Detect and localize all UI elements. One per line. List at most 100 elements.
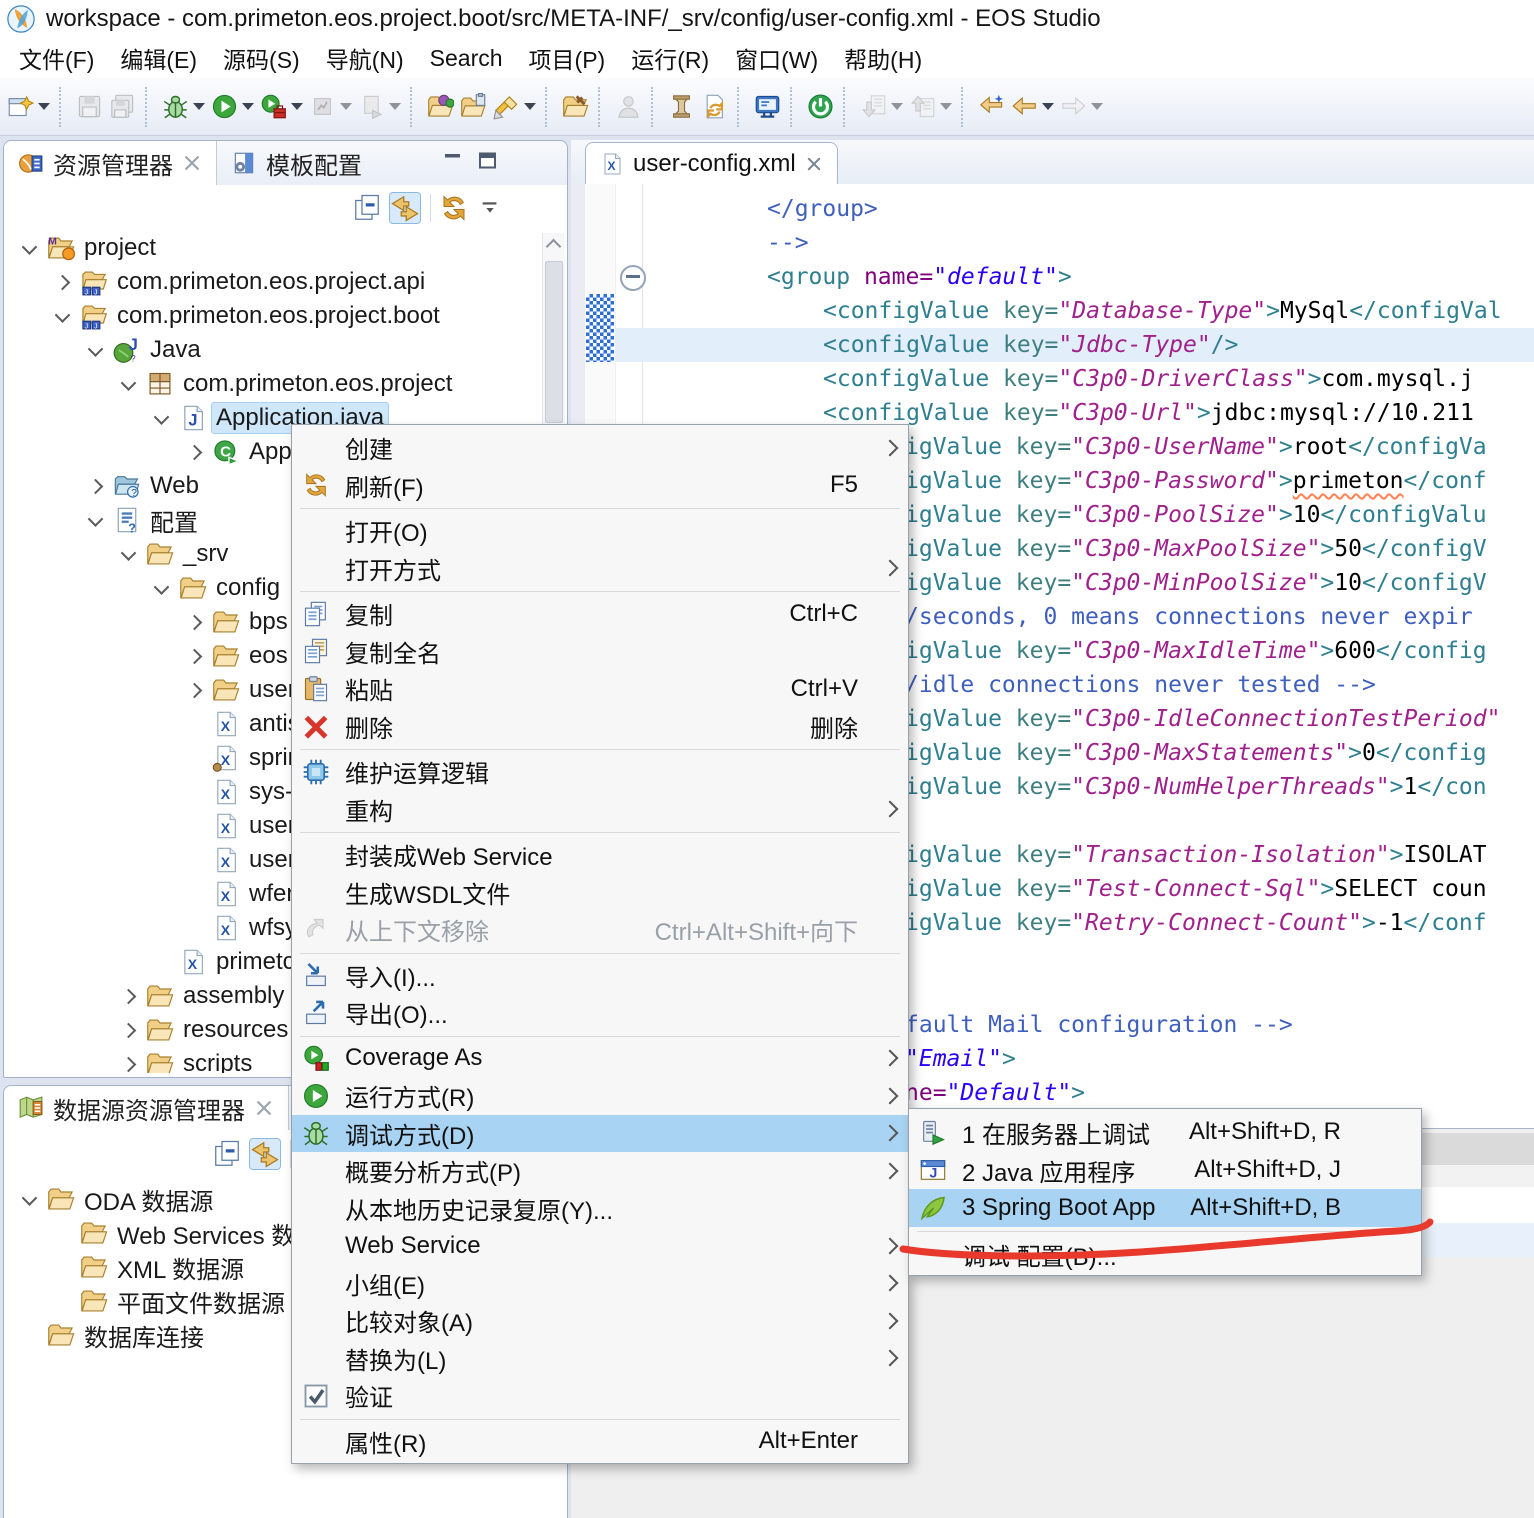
menu-help[interactable]: 帮助(H) — [831, 38, 935, 78]
debug-on-server-menu-item[interactable]: 1 在服务器上调试Alt+Shift+D, R — [909, 1113, 1421, 1151]
chevron-right-icon[interactable] — [185, 647, 203, 665]
copy-qualified-name-menu-item[interactable]: 复制全名 — [292, 633, 908, 671]
user-button[interactable] — [612, 85, 645, 129]
menu-run[interactable]: 运行(R) — [618, 38, 722, 78]
close-icon[interactable] — [182, 153, 202, 173]
open-menu-item[interactable]: 打开(O) — [292, 512, 908, 550]
scroll-up-icon[interactable] — [546, 239, 562, 255]
chevron-right-icon[interactable] — [86, 477, 104, 495]
chevron-right-icon[interactable] — [53, 273, 71, 291]
link-with-editor-icon[interactable] — [390, 193, 420, 223]
last-edit-location-button[interactable] — [975, 85, 1008, 129]
dropdown-caret-icon[interactable] — [891, 103, 903, 110]
fold-collapse-icon[interactable] — [620, 265, 646, 291]
forward-history-button[interactable] — [1057, 85, 1106, 129]
dropdown-caret-icon[interactable] — [524, 103, 536, 110]
back-history-button[interactable] — [1008, 85, 1057, 129]
refactor-menu-item[interactable]: 重构 — [292, 791, 908, 829]
collapse-all-icon[interactable] — [212, 1139, 242, 1169]
menu-project[interactable]: 项目(P) — [516, 38, 619, 78]
dropdown-caret-icon[interactable] — [193, 103, 205, 110]
chevron-down-icon[interactable] — [86, 511, 104, 529]
refresh-view-icon[interactable] — [439, 193, 469, 223]
dropdown-caret-icon[interactable] — [242, 103, 254, 110]
compare-with-menu-item[interactable]: 比较对象(A) — [292, 1302, 908, 1340]
chevron-down-icon[interactable] — [53, 307, 71, 325]
chevron-right-icon[interactable] — [119, 1055, 137, 1073]
refresh-doc-button[interactable] — [698, 85, 731, 129]
close-icon[interactable] — [805, 155, 823, 173]
scrollbar-thumb[interactable] — [545, 261, 563, 423]
chevron-down-icon[interactable] — [152, 409, 170, 427]
open-resource-button[interactable] — [424, 85, 457, 129]
tab-template-config[interactable]: 模板配置 — [217, 141, 376, 185]
dropdown-caret-icon[interactable] — [940, 103, 952, 110]
chevron-down-icon[interactable] — [119, 375, 137, 393]
export-menu-item[interactable]: 导出(O)... — [292, 994, 908, 1032]
open-task-button[interactable] — [457, 85, 490, 129]
paste-menu-item[interactable]: 粘贴Ctrl+V — [292, 670, 908, 708]
java-application-menu-item[interactable]: J2 Java 应用程序Alt+Shift+D, J — [909, 1151, 1421, 1189]
profile-button[interactable] — [306, 85, 355, 129]
save-button[interactable] — [73, 85, 106, 129]
chevron-down-icon[interactable] — [20, 239, 38, 257]
chevron-right-icon[interactable] — [119, 1021, 137, 1039]
chevron-down-icon[interactable] — [119, 545, 137, 563]
import-menu-item[interactable]: 导入(I)... — [292, 957, 908, 995]
menu-file[interactable]: 文件(F) — [6, 38, 107, 78]
dropdown-caret-icon[interactable] — [38, 103, 50, 110]
chevron-right-icon[interactable] — [185, 443, 203, 461]
spring-boot-app-menu-item[interactable]: 3 Spring Boot AppAlt+Shift+D, B — [909, 1189, 1421, 1227]
prev-annotation-button[interactable] — [906, 85, 955, 129]
chevron-right-icon[interactable] — [185, 681, 203, 699]
create-menu-item[interactable]: 创建 — [292, 429, 908, 467]
replace-with-menu-item[interactable]: 替换为(L) — [292, 1340, 908, 1378]
dropdown-caret-icon[interactable] — [1042, 103, 1054, 110]
properties-menu-item[interactable]: 属性(R)Alt+Enter — [292, 1423, 908, 1461]
run-button[interactable] — [208, 85, 257, 129]
debug-as-menu-item[interactable]: 调试方式(D) — [292, 1115, 908, 1153]
debug-configurations-menu-item[interactable]: 调试 配置(B)... — [909, 1235, 1421, 1273]
dropdown-caret-icon[interactable] — [291, 103, 303, 110]
link-with-editor-icon[interactable] — [250, 1139, 280, 1169]
profile-as-menu-item[interactable]: 概要分析方式(P) — [292, 1152, 908, 1190]
collapse-all-icon[interactable] — [352, 193, 382, 223]
copy-menu-item[interactable]: 复制Ctrl+C — [292, 595, 908, 633]
save-all-button[interactable] — [106, 85, 139, 129]
tree-item[interactable]: JJcom.primeton.eos.project.api — [6, 265, 541, 299]
chevron-down-icon[interactable] — [86, 341, 104, 359]
chevron-down-icon[interactable] — [20, 1190, 38, 1208]
restore-from-local-history-menu-item[interactable]: 从本地历史记录复原(Y)... — [292, 1190, 908, 1228]
validate-menu-item[interactable]: 验证 — [292, 1377, 908, 1415]
dropdown-caret-icon[interactable] — [340, 103, 352, 110]
chevron-right-icon[interactable] — [185, 613, 203, 631]
minimize-icon[interactable] — [441, 149, 465, 173]
run-last-launched-button[interactable] — [257, 85, 306, 129]
wrap-as-web-service-menu-item[interactable]: 封装成Web Service — [292, 836, 908, 874]
dropdown-caret-icon[interactable] — [389, 103, 401, 110]
debug-button[interactable] — [159, 85, 208, 129]
tree-item[interactable]: Mproject — [6, 231, 541, 265]
menu-window[interactable]: 窗口(W) — [722, 38, 831, 78]
tree-item[interactable]: com.primeton.eos.project — [6, 367, 541, 401]
open-type-button[interactable] — [559, 85, 592, 129]
chevron-down-icon[interactable] — [152, 579, 170, 597]
menu-edit[interactable]: 编辑(E) — [107, 38, 210, 78]
chevron-right-icon[interactable] — [119, 987, 137, 1005]
menu-search[interactable]: Search — [417, 42, 516, 75]
menu-navigate[interactable]: 导航(N) — [313, 38, 417, 78]
external-tools-button[interactable] — [355, 85, 404, 129]
search-tool-button[interactable] — [490, 85, 539, 129]
console-button[interactable] — [751, 85, 784, 129]
menu-source[interactable]: 源码(S) — [210, 38, 313, 78]
run-as-menu-item[interactable]: 运行方式(R) — [292, 1077, 908, 1115]
spring-boot-dashboard-button[interactable] — [804, 85, 837, 129]
coverage-as-menu-item[interactable]: Coverage As — [292, 1040, 908, 1078]
next-annotation-button[interactable] — [857, 85, 906, 129]
editor-tab-user-config[interactable]: X user-config.xml — [585, 142, 838, 184]
delete-menu-item[interactable]: 删除删除 — [292, 708, 908, 746]
tree-item[interactable]: J?Java — [6, 333, 541, 367]
web-service-menu-item[interactable]: Web Service — [292, 1227, 908, 1265]
open-with-menu-item[interactable]: 打开方式 — [292, 550, 908, 588]
tab-datasource-explorer[interactable]: 数据源资源管理器 — [4, 1086, 289, 1130]
